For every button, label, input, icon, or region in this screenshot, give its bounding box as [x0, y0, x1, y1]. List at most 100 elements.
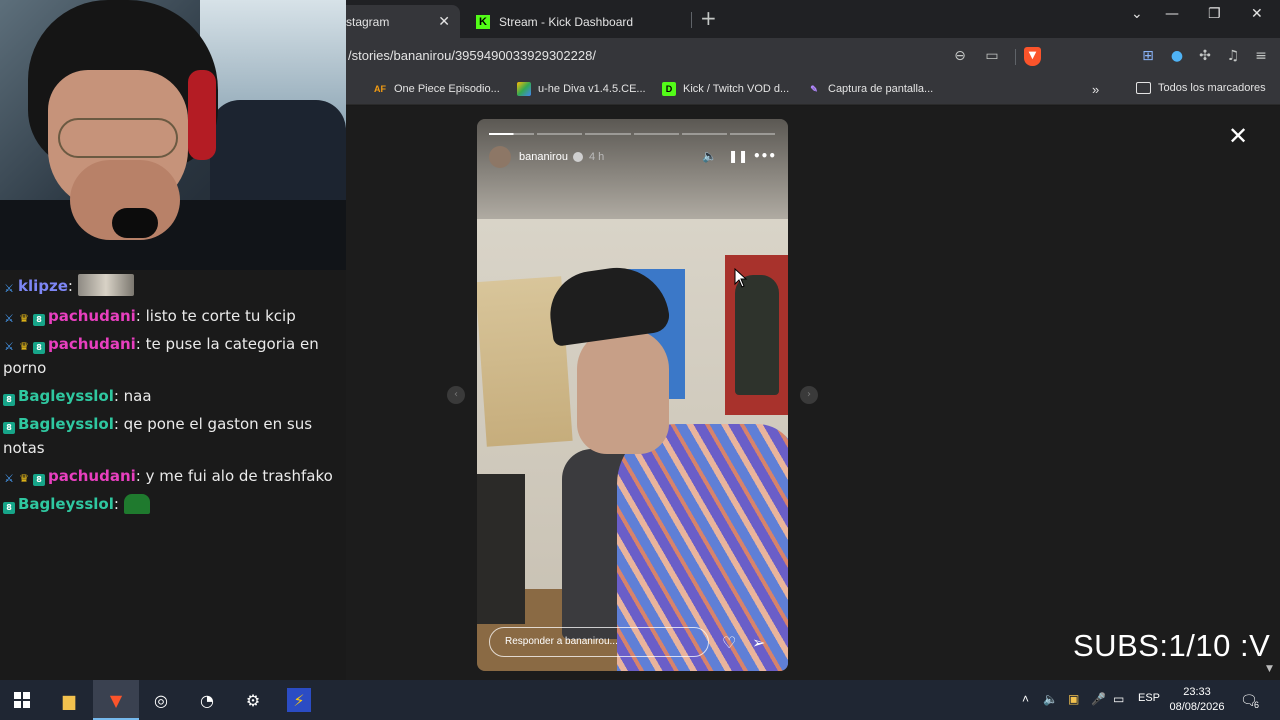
file-explorer-icon[interactable]: ▆	[57, 688, 81, 712]
story-card[interactable]: bananirou 4 h 🔈 ❚❚ ••• Responder a banan…	[477, 119, 788, 671]
address-separator	[1015, 49, 1016, 65]
new-tab-icon[interactable]: +	[700, 6, 717, 30]
bookmark-one-piece[interactable]: AF One Piece Episodio...	[373, 82, 500, 96]
crown-badge-icon: ♛	[19, 340, 29, 353]
subs-goal-overlay: SUBS:1/10 :V	[1073, 628, 1271, 663]
sub-badge-icon: 8	[33, 314, 45, 326]
translate-icon[interactable]: ⊞	[1139, 47, 1157, 65]
chat-message: 8 Bagleysslol:	[3, 492, 343, 516]
sub-badge-icon: 8	[3, 394, 15, 406]
cast-icon[interactable]: ▭	[983, 47, 1001, 65]
extension-vpn-icon[interactable]: ●	[1168, 47, 1186, 65]
progress-segment	[537, 133, 583, 135]
send-icon[interactable]: ➢	[752, 633, 765, 652]
bookmark-uhe-diva[interactable]: u-he Diva v1.4.5.CE...	[517, 82, 646, 96]
d-logo-icon: D	[662, 82, 676, 96]
bookmark-label: u-he Diva v1.4.5.CE...	[538, 83, 646, 95]
mouse-cursor-icon	[734, 268, 748, 288]
screen: stagram ✕ K Stream - Kick Dashboard + ⌄ …	[0, 0, 1280, 720]
story-scene-ceiling	[477, 119, 788, 229]
kick-icon: K	[476, 14, 490, 29]
chat-username[interactable]: Bagleysslol	[18, 387, 114, 405]
bookmark-captura[interactable]: ✎ Captura de pantalla...	[807, 82, 933, 96]
scroll-down-icon[interactable]: ▼	[1266, 664, 1273, 674]
app-icon[interactable]: ⚡	[287, 688, 311, 712]
language-indicator[interactable]: ESP	[1138, 692, 1160, 704]
minimize-icon[interactable]: —	[1165, 6, 1179, 22]
pause-icon[interactable]: ❚❚	[728, 149, 748, 163]
progress-segment	[633, 133, 679, 135]
sword-badge-icon: ⚔	[4, 282, 14, 295]
more-options-icon[interactable]: •••	[753, 149, 776, 163]
chat-username[interactable]: pachudani	[48, 307, 136, 325]
avatar[interactable]	[489, 146, 511, 168]
sub-badge-icon: 8	[33, 474, 45, 486]
google-drive-icon	[517, 82, 531, 96]
tab-separator	[691, 12, 692, 28]
next-story-icon[interactable]: ›	[800, 386, 818, 404]
tab-label: Stream - Kick Dashboard	[499, 14, 634, 29]
progress-segment	[585, 133, 631, 135]
close-window-icon[interactable]: ✕	[1251, 6, 1263, 22]
more-bookmarks-icon[interactable]: »	[1092, 82, 1099, 97]
url-field[interactable]: /stories/bananirou/3959490033929302228/	[348, 48, 596, 63]
volume-icon[interactable]: 🔈	[702, 149, 717, 163]
clock-time: 23:33	[1183, 686, 1211, 698]
webcam-mic	[112, 208, 158, 238]
network-icon[interactable]: ▭	[1113, 692, 1124, 706]
close-tab-icon[interactable]: ✕	[438, 13, 450, 30]
windows-start-icon[interactable]	[10, 688, 34, 712]
all-bookmarks-label: Todos los marcadores	[1158, 82, 1266, 94]
af-icon: AF	[374, 84, 386, 94]
system-clock[interactable]: 23:33 08/08/2026	[1168, 685, 1226, 715]
story-time: 4 h	[588, 151, 605, 163]
story-progress-bar	[489, 133, 776, 135]
tab-kick-dashboard[interactable]: K Stream - Kick Dashboard	[466, 5, 691, 38]
brave-shield-icon[interactable]: ▼	[1024, 47, 1041, 66]
all-bookmarks[interactable]: Todos los marcadores	[1136, 82, 1266, 94]
bookmark-label: One Piece Episodio...	[394, 83, 500, 95]
tab-search-chevron-icon[interactable]: ⌄	[1131, 6, 1143, 22]
previous-story-icon[interactable]: ‹	[447, 386, 465, 404]
sword-badge-icon: ⚔	[4, 340, 14, 353]
obs-icon[interactable]: ◎	[149, 688, 173, 712]
tray-app-icon[interactable]: ▣	[1068, 692, 1079, 706]
reply-input[interactable]: Responder a bananirou...	[489, 627, 709, 657]
progress-segment	[729, 133, 776, 135]
settings-gear-icon[interactable]: ⚙	[241, 688, 265, 712]
restore-icon[interactable]: ❐	[1208, 6, 1221, 22]
like-heart-icon[interactable]: ♡	[722, 633, 736, 652]
extensions-puzzle-icon[interactable]: ✣	[1196, 47, 1214, 65]
zoom-icon[interactable]: ⊖	[951, 47, 969, 65]
brave-browser-icon[interactable]: ▼	[104, 688, 128, 712]
progress-segment	[489, 133, 535, 135]
chat-username[interactable]: pachudani	[48, 467, 136, 485]
volume-tray-icon[interactable]: 🔈	[1043, 692, 1058, 706]
sword-badge-icon: ⚔	[4, 472, 14, 485]
webcam-headset	[188, 70, 216, 160]
media-music-icon[interactable]: ♫	[1224, 47, 1242, 65]
microphone-icon[interactable]: 🎤	[1091, 692, 1106, 706]
notification-count: 6	[1254, 700, 1260, 710]
chat-username[interactable]: Bagleysslol	[18, 495, 114, 513]
green-emote	[123, 494, 150, 514]
show-hidden-icons-chevron-icon[interactable]: ˄	[1022, 692, 1029, 706]
clock-app-icon[interactable]: ◔	[195, 688, 219, 712]
sub-badge-icon: 8	[33, 342, 45, 354]
chat-message: ⚔ klipze:	[3, 274, 343, 298]
tab-instagram[interactable]: stagram ✕	[330, 5, 460, 38]
pen-icon: ✎	[810, 83, 818, 94]
chat-username[interactable]: klipze	[18, 277, 68, 295]
stream-chat: ⚔ klipze: ⚔ ♛ 8 pachudani: listo te corte tu…	[0, 272, 346, 680]
verified-badge-icon	[572, 152, 583, 162]
crown-badge-icon: ♛	[19, 472, 29, 485]
story-author[interactable]: bananirou 4 h	[489, 146, 604, 168]
menu-icon[interactable]: ≡	[1252, 47, 1270, 65]
crown-badge-icon: ♛	[19, 312, 29, 325]
chat-username[interactable]: pachudani	[48, 335, 136, 353]
close-story-icon[interactable]: ✕	[1228, 122, 1248, 150]
bookmark-kick-twitch-vod[interactable]: D Kick / Twitch VOD d...	[662, 82, 789, 96]
progress-segment	[681, 133, 727, 135]
chat-username[interactable]: Bagleysslol	[18, 415, 114, 433]
story-username[interactable]: bananirou	[519, 151, 568, 163]
